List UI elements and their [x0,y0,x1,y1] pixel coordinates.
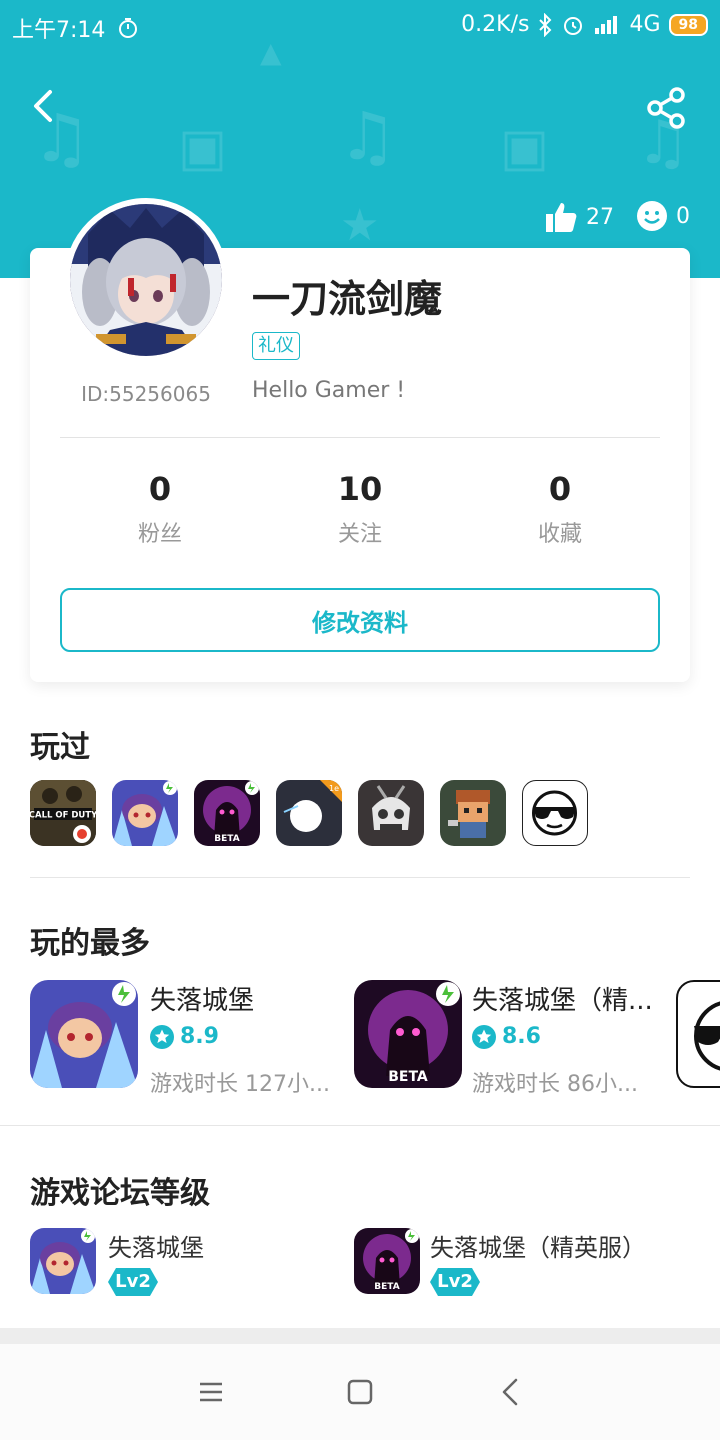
likes-counter[interactable]: 27 [544,200,614,234]
back-icon[interactable] [26,86,66,126]
username: 一刀流剑魔 [252,277,443,321]
forum-game-name: 失落城堡（精英服） [430,1234,646,1262]
bluetooth-icon [539,12,552,37]
lost-castle-icon [30,1228,96,1294]
gamepad-pattern-icon: ▣ [500,118,550,178]
timer-icon [119,18,138,38]
following-label: 关注 [337,522,382,547]
beta-label: BETA [388,1069,428,1085]
lost-castle-icon[interactable] [112,780,178,846]
avatar[interactable] [64,198,228,362]
section-divider [30,877,690,878]
favorites-label: 收藏 [537,522,582,547]
game-score: 8.9 [150,1024,219,1049]
level-badge: Lv2 [430,1268,480,1296]
following-count: 10 [337,470,383,508]
score-value: 8.6 [502,1024,541,1049]
forum-level-section-title: 游戏论坛等级 [30,1176,210,1211]
most-played-name: 失落城堡（精... [472,986,653,1016]
following-stat[interactable]: 10 关注 [260,470,460,548]
sunglasses-face-icon[interactable] [676,980,720,1088]
status-bar: 上午7:14 0.2K/s 4G 98 [0,0,720,52]
star-badge-icon [472,1024,496,1049]
lost-castle-beta-icon: BETA [354,1228,420,1294]
badge-1e: 1e [329,784,339,793]
game-score: 8.6 [472,1024,541,1049]
user-bio: Hello Gamer ! [252,378,406,403]
play-time: 游戏时长 127小... [150,1072,330,1097]
forum-game-name: 失落城堡 [108,1234,204,1262]
likes-count: 27 [586,204,614,230]
edit-profile-button[interactable]: 修改资料 [60,588,660,652]
share-icon[interactable] [644,86,688,130]
played-section-title: 玩过 [30,730,90,765]
sunglasses-face-icon[interactable] [522,780,588,846]
home-icon[interactable] [340,1372,380,1412]
lost-castle-beta-icon: BETA [354,980,462,1088]
skull-knight-game-icon[interactable] [358,780,424,846]
smiles-counter[interactable]: 0 [636,200,690,232]
gamepad-pattern-icon: ▣ [178,118,228,178]
score-value: 8.9 [180,1024,219,1049]
fans-stat[interactable]: 0 粉丝 [60,470,260,548]
lost-castle-icon [30,980,138,1088]
profile-screen: ♫ ▣ ♫ ▣ ♫ ★ ▲ 上午7:14 0.2K/s 4G 98 27 0 I… [0,0,720,1440]
system-nav-bar [0,1344,720,1440]
battery-level: 98 [668,13,708,36]
smile-icon [637,201,667,231]
star-pattern-icon: ★ [340,200,380,251]
most-played-section-title: 玩的最多 [30,926,150,961]
played-games-list: CALL OF DUTY BETA 1e [30,780,588,846]
most-played-name: 失落城堡 [150,986,255,1016]
fans-label: 粉丝 [137,522,182,547]
net-speed: 0.2K/s [461,12,530,37]
lost-castle-beta-icon[interactable]: BETA [194,780,260,846]
menu-icon[interactable] [190,1372,230,1412]
favorites-count: 0 [548,470,572,508]
favorites-stat[interactable]: 0 收藏 [460,470,660,548]
cod-logo-text: CALL OF DUTY [30,811,96,821]
card-divider [60,437,660,438]
status-time: 上午7:14 [12,18,106,43]
section-divider [0,1125,720,1126]
anime-girl-avatar-icon [70,204,222,356]
signal-icon [595,15,618,34]
bottom-spacer [0,1328,720,1344]
beta-label: BETA [374,1282,399,1292]
white-ball-game-icon[interactable]: 1e [276,780,342,846]
back-nav-icon[interactable] [492,1372,532,1412]
fans-count: 0 [148,470,172,508]
level-badge: Lv2 [108,1268,158,1296]
music-note-icon: ♫ [338,98,398,175]
user-tag[interactable]: 礼仪 [252,332,300,360]
network-type: 4G [629,12,661,37]
thumbs-up-icon [546,203,577,232]
star-badge-icon [150,1024,174,1049]
alarm-icon [564,16,583,35]
play-time: 游戏时长 86小... [472,1072,638,1097]
beta-label: BETA [214,834,239,844]
smiles-count: 0 [676,203,690,229]
pixel-hero-game-icon[interactable] [440,780,506,846]
user-id: ID:55256065 [81,382,211,406]
call-of-duty-icon[interactable]: CALL OF DUTY [30,780,96,846]
profile-stats: 0 粉丝 10 关注 0 收藏 [60,470,660,548]
